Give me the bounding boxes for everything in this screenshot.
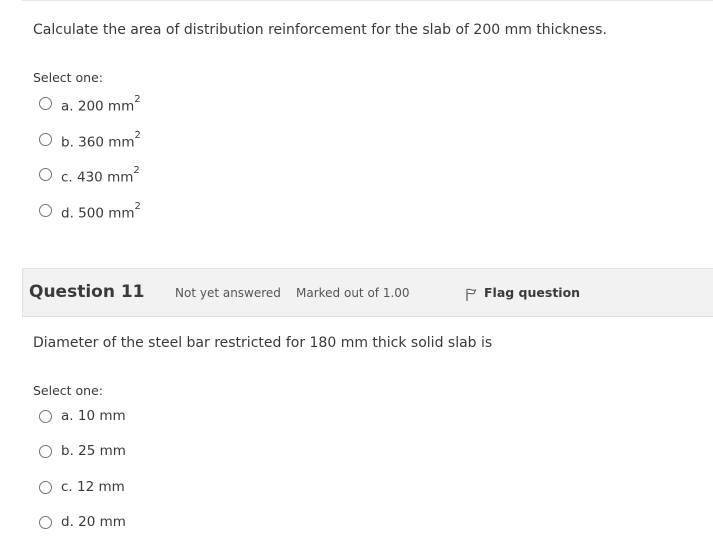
radio-button[interactable] — [39, 481, 52, 494]
question-state: Not yet answered — [175, 286, 281, 300]
question-11-select-one: Select one: — [33, 383, 104, 398]
flag-question-label: Flag question — [484, 285, 581, 300]
option-label: b. 360 mm2 — [61, 130, 141, 151]
option-label: c. 430 mm2 — [61, 165, 140, 186]
radio-button[interactable] — [39, 133, 52, 146]
radio-button[interactable] — [39, 97, 52, 110]
option-label: d. 500 mm2 — [61, 201, 141, 222]
question-11-info-bar: Question 11 Not yet answered Marked out … — [22, 268, 713, 317]
option-label: a. 10 mm — [61, 408, 126, 424]
question-10-text: Calculate the area of distribution reinf… — [33, 22, 607, 38]
question-10-select-one: Select one: — [33, 70, 104, 85]
question-number: Question 11 — [29, 282, 145, 302]
radio-button[interactable] — [39, 410, 52, 423]
option-label: b. 25 mm — [61, 443, 126, 459]
radio-button[interactable] — [39, 168, 52, 181]
question-grade: Marked out of 1.00 — [296, 286, 410, 300]
radio-button[interactable] — [39, 516, 52, 529]
question-11-text: Diameter of the steel bar restricted for… — [33, 335, 493, 351]
radio-button[interactable] — [39, 445, 52, 458]
option-label: d. 20 mm — [61, 514, 126, 530]
flag-icon[interactable] — [465, 288, 477, 302]
radio-button[interactable] — [39, 204, 52, 217]
option-label: a. 200 mm2 — [61, 94, 141, 115]
option-label: c. 12 mm — [61, 479, 125, 495]
